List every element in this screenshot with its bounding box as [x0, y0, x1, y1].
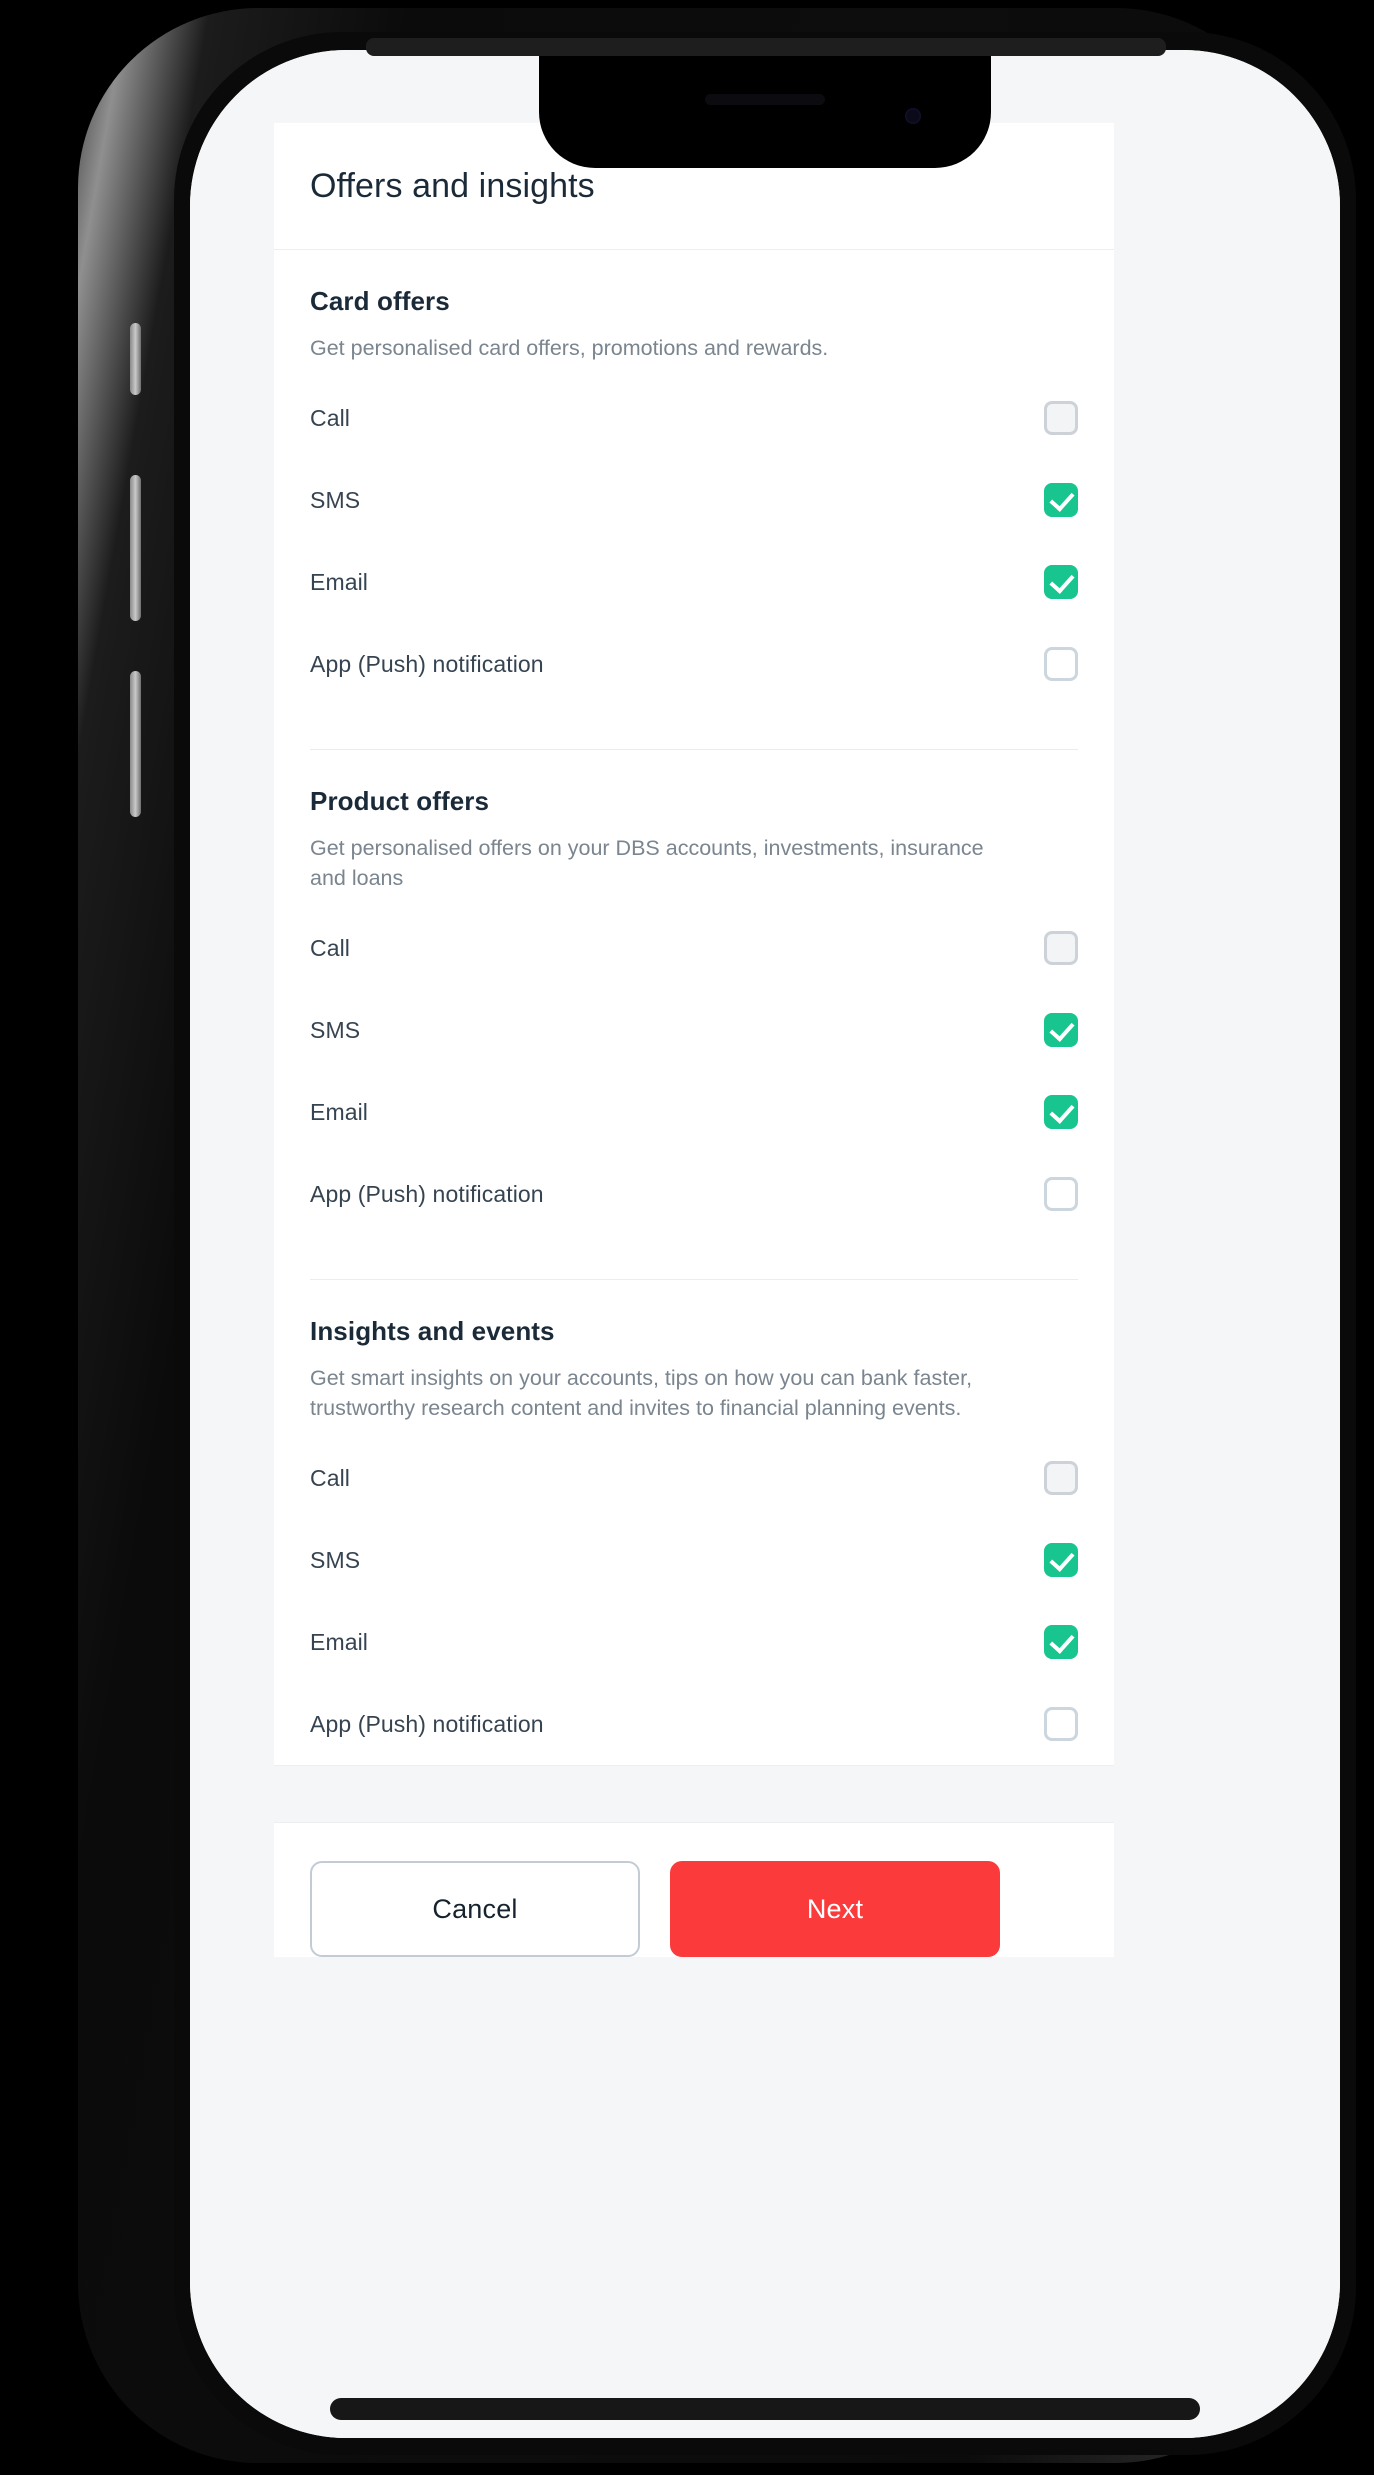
channel-option-row[interactable]: SMS — [310, 1519, 1078, 1601]
section-description: Get personalised offers on your DBS acco… — [310, 836, 984, 890]
checkbox-unchecked-icon — [1044, 931, 1078, 965]
offers-sheet: Offers and insights Card offers Get perso… — [274, 123, 1114, 1957]
phone-notch — [539, 50, 991, 168]
app-viewport: Offers and insights Card offers Get perso… — [190, 50, 1340, 2438]
checkbox-unchecked-icon[interactable] — [1044, 1177, 1078, 1211]
volume-up-button[interactable] — [130, 475, 141, 621]
channel-option-label: App (Push) notification — [310, 1180, 544, 1207]
checkbox-unchecked-icon — [1044, 401, 1078, 435]
checkmark-icon — [1049, 486, 1075, 512]
channel-option-row[interactable]: Call — [310, 907, 1078, 989]
channel-option-label: Email — [310, 1628, 369, 1655]
channel-option-label: SMS — [310, 1546, 361, 1573]
channel-option-label: Call — [310, 1464, 351, 1491]
section-title: Card offers — [310, 286, 450, 316]
sheet-body: Card offers Get personalised card offers,… — [274, 250, 1114, 1765]
channel-option-label: Call — [310, 934, 351, 961]
section-description: Get personalised card offers, promotions… — [310, 336, 829, 360]
scroll-gap-strip — [274, 1765, 1114, 1823]
channel-option-row[interactable]: Call — [310, 1437, 1078, 1519]
phone-screen: Offers and insights Card offers Get perso… — [190, 50, 1340, 2438]
checkbox-checked-icon[interactable] — [1044, 1095, 1078, 1129]
channel-option-row[interactable]: Email — [310, 1071, 1078, 1153]
checkmark-icon — [1049, 1016, 1075, 1042]
channel-option-row[interactable]: Email — [310, 1601, 1078, 1683]
cancel-button[interactable]: Cancel — [310, 1861, 640, 1957]
channel-option-label: App (Push) notification — [310, 1710, 544, 1737]
checkbox-checked-icon[interactable] — [1044, 1625, 1078, 1659]
channel-option-row[interactable]: SMS — [310, 459, 1078, 541]
channel-option-row[interactable]: App (Push) notification — [310, 623, 1078, 705]
checkbox-checked-icon[interactable] — [1044, 1013, 1078, 1047]
top-bezel-strip — [366, 38, 1166, 56]
channel-option-label: SMS — [310, 1016, 361, 1043]
section-description: Get smart insights on your accounts, tip… — [310, 1366, 973, 1420]
next-button[interactable]: Next — [670, 1861, 1000, 1957]
channel-option-row[interactable]: Call — [310, 377, 1078, 459]
channel-option-row[interactable]: App (Push) notification — [310, 1683, 1078, 1765]
channel-option-label: Email — [310, 568, 369, 595]
silent-switch-button[interactable] — [130, 323, 141, 395]
section-title: Product offers — [310, 786, 490, 816]
earpiece-speaker-icon — [705, 94, 825, 105]
footer-actions: Cancel Next — [274, 1823, 1114, 1957]
checkbox-unchecked-icon[interactable] — [1044, 1707, 1078, 1741]
section-title: Insights and events — [310, 1316, 555, 1346]
checkbox-checked-icon[interactable] — [1044, 565, 1078, 599]
checkbox-checked-icon[interactable] — [1044, 1543, 1078, 1577]
preference-section: Card offers Get personalised card offers,… — [310, 250, 1078, 705]
checkbox-unchecked-icon — [1044, 1461, 1078, 1495]
screenshot-stage: Offers and insights Card offers Get perso… — [0, 0, 1374, 2475]
checkmark-icon — [1049, 1098, 1075, 1124]
channel-option-label: SMS — [310, 486, 361, 513]
page-title: Offers and insights — [310, 166, 595, 205]
checkmark-icon — [1049, 568, 1075, 594]
volume-down-button[interactable] — [130, 671, 141, 817]
preference-section: Product offers Get personalised offers on… — [310, 750, 1078, 1235]
channel-option-row[interactable]: Email — [310, 541, 1078, 623]
home-indicator — [330, 2398, 1200, 2420]
channel-option-label: Email — [310, 1098, 369, 1125]
checkmark-icon — [1049, 1628, 1075, 1654]
channel-option-row[interactable]: App (Push) notification — [310, 1153, 1078, 1235]
phone-frame: Offers and insights Card offers Get perso… — [78, 8, 1356, 2463]
checkbox-checked-icon[interactable] — [1044, 483, 1078, 517]
checkmark-icon — [1049, 1546, 1075, 1572]
checkbox-unchecked-icon[interactable] — [1044, 647, 1078, 681]
preference-section: Insights and events Get smart insights on… — [310, 1280, 1078, 1765]
front-camera-icon — [905, 108, 921, 124]
channel-option-label: App (Push) notification — [310, 650, 544, 677]
channel-option-label: Call — [310, 404, 351, 431]
channel-option-row[interactable]: SMS — [310, 989, 1078, 1071]
